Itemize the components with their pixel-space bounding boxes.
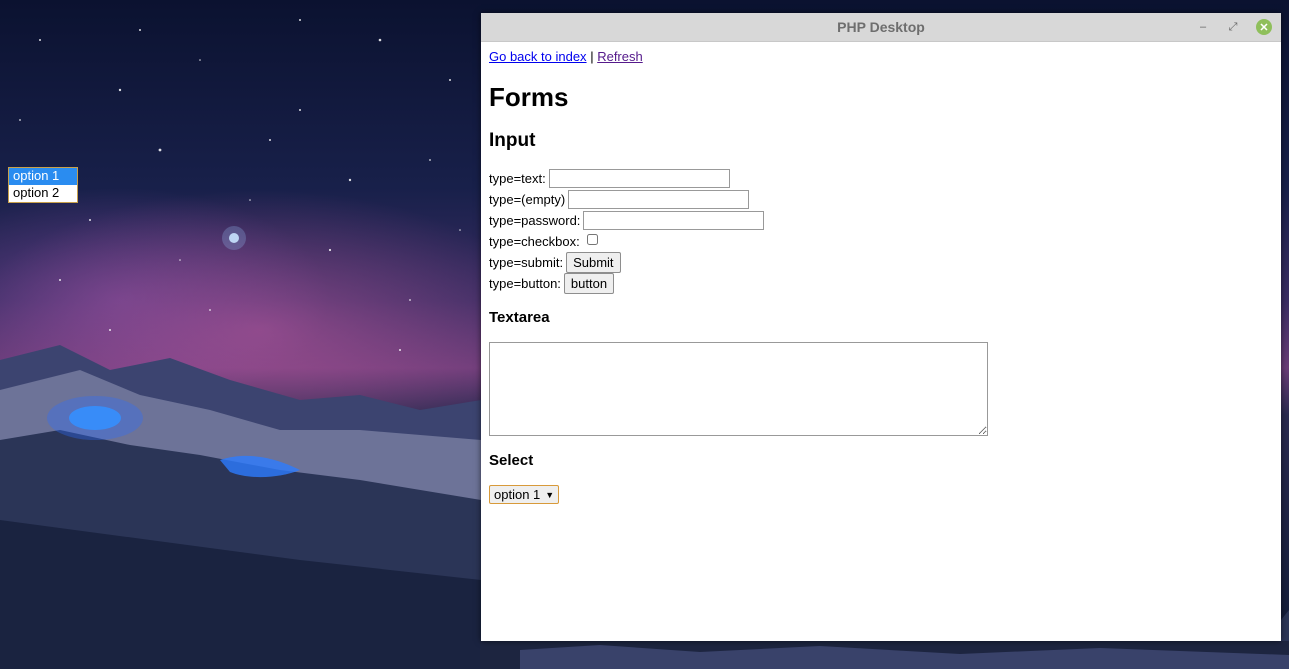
submit-button[interactable]: Submit bbox=[566, 252, 621, 273]
text-input-row: type=text: bbox=[489, 168, 1273, 189]
button-label: type=button: bbox=[489, 276, 561, 291]
empty-input-label: type=(empty) bbox=[489, 192, 566, 207]
select-dropdown[interactable]: option 1 ▼ bbox=[489, 485, 560, 504]
textarea-section-heading: Textarea bbox=[489, 309, 550, 326]
checkbox-row: type=checkbox: bbox=[489, 231, 1273, 252]
submit-label: type=submit: bbox=[489, 255, 564, 270]
checkbox-input[interactable] bbox=[586, 234, 598, 245]
app-window: PHP Desktop – ⤢ ✕ Go back to index | Ref… bbox=[481, 13, 1281, 641]
text-input-label: type=text: bbox=[489, 171, 546, 186]
checkbox-label: type=checkbox: bbox=[489, 234, 580, 249]
desktop-wallpaper: option 1 option 2 PHP Desktop – ⤢ ✕ Go b… bbox=[0, 0, 1289, 669]
empty-input-row: type=(empty) bbox=[489, 189, 1273, 210]
password-input-label: type=password: bbox=[489, 213, 581, 228]
nav-links: Go back to index | Refresh bbox=[489, 49, 1273, 64]
generic-button[interactable]: button bbox=[563, 273, 615, 294]
password-input[interactable] bbox=[583, 211, 765, 230]
text-input[interactable] bbox=[548, 169, 730, 188]
select-value: option 1 bbox=[494, 487, 541, 502]
button-row: type=button: button bbox=[489, 273, 1273, 294]
back-to-index-link[interactable]: Go back to index bbox=[489, 49, 587, 64]
password-input-row: type=password: bbox=[489, 210, 1273, 231]
maximize-icon[interactable]: ⤢ bbox=[1225, 19, 1241, 35]
close-icon[interactable]: ✕ bbox=[1256, 19, 1272, 35]
page-content: Go back to index | Refresh Forms Input t… bbox=[481, 42, 1281, 511]
select-section-heading: Select bbox=[489, 452, 534, 469]
input-section-heading: Input bbox=[489, 130, 536, 151]
page-title: Forms bbox=[489, 82, 569, 112]
nav-separator: | bbox=[590, 49, 594, 64]
window-title: PHP Desktop bbox=[837, 19, 925, 35]
chevron-down-icon: ▼ bbox=[545, 489, 555, 500]
popup-option-2[interactable]: option 2 bbox=[9, 185, 77, 202]
submit-row: type=submit: Submit bbox=[489, 252, 1273, 273]
refresh-link[interactable]: Refresh bbox=[597, 49, 643, 64]
window-titlebar[interactable]: PHP Desktop – ⤢ ✕ bbox=[481, 13, 1281, 42]
textarea-input[interactable] bbox=[489, 342, 988, 436]
popup-option-1[interactable]: option 1 bbox=[9, 168, 77, 185]
empty-type-input[interactable] bbox=[568, 190, 750, 209]
select-dropdown-popup[interactable]: option 1 option 2 bbox=[8, 167, 78, 203]
minimize-icon[interactable]: – bbox=[1195, 19, 1211, 35]
